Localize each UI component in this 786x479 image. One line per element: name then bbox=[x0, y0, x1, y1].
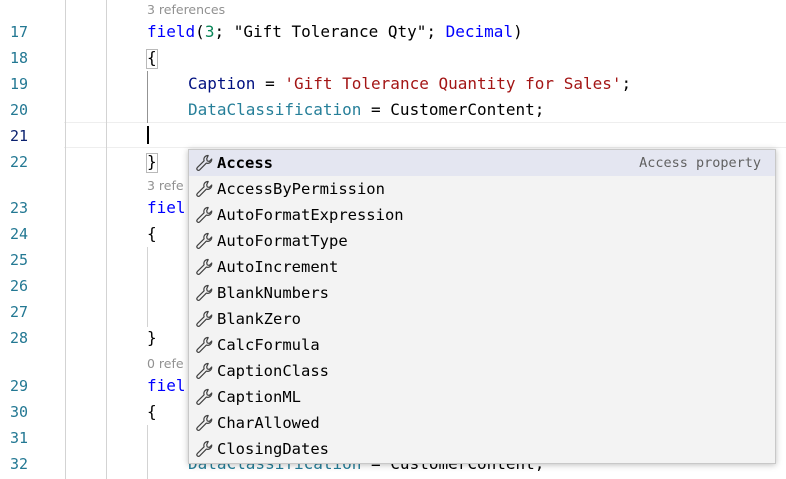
wrench-icon bbox=[192, 202, 216, 228]
string-literal: 'Gift Tolerance Quantity for Sales' bbox=[284, 74, 622, 93]
codelens-references[interactable]: 3 refe bbox=[147, 177, 184, 195]
code-line-23: fiel bbox=[147, 198, 186, 217]
code-line-24: { bbox=[147, 224, 157, 243]
paren: ( bbox=[195, 22, 205, 41]
line-number: 20 bbox=[9, 101, 28, 119]
line-number: 19 bbox=[9, 75, 28, 93]
line-number: 29 bbox=[9, 377, 28, 395]
suggestion-label: Access bbox=[217, 154, 273, 172]
semicolon: ; bbox=[621, 74, 632, 93]
suggestion-item[interactable]: BlankZero bbox=[189, 306, 775, 332]
codelens-references[interactable]: 3 references bbox=[147, 1, 225, 19]
operator: = bbox=[255, 74, 285, 93]
suggestion-item[interactable]: AccessByPermission bbox=[189, 176, 775, 202]
suggestion-label: BlankNumbers bbox=[217, 284, 329, 302]
wrench-icon bbox=[192, 176, 216, 202]
indent-guide bbox=[147, 247, 148, 327]
value: CustomerContent; bbox=[390, 100, 545, 119]
suggestion-item[interactable]: Access Access property bbox=[189, 150, 775, 176]
indent-guide bbox=[65, 0, 66, 479]
indent-guide bbox=[106, 0, 107, 479]
codelens-references[interactable]: 0 refe bbox=[147, 355, 184, 373]
suggestion-label: AutoFormatType bbox=[217, 232, 348, 250]
code-line-19: Caption = 'Gift Tolerance Quantity for S… bbox=[188, 71, 631, 97]
suggestion-item[interactable]: BlankNumbers bbox=[189, 280, 775, 306]
wrench-icon bbox=[192, 150, 216, 176]
code-editor[interactable]: 17 18 19 20 21 22 23 24 25 26 27 28 29 3… bbox=[0, 0, 786, 479]
keyword-field: field bbox=[147, 22, 196, 41]
line-number: 30 bbox=[9, 403, 28, 421]
code-line-20: DataClassification = CustomerContent; bbox=[188, 97, 544, 123]
separator: ; bbox=[426, 22, 446, 41]
suggestion-item[interactable]: AutoIncrement bbox=[189, 254, 775, 280]
line-number: 17 bbox=[9, 23, 28, 41]
wrench-icon bbox=[192, 280, 216, 306]
current-line-highlight bbox=[64, 122, 786, 148]
code-line-29: fiel bbox=[147, 376, 186, 395]
suggestion-item[interactable]: ClosingDates bbox=[189, 436, 775, 462]
code-line-30: { bbox=[147, 402, 157, 421]
text-cursor bbox=[147, 126, 149, 144]
property-name: Caption bbox=[188, 74, 256, 93]
suggestion-item[interactable]: CalcFormula bbox=[189, 332, 775, 358]
suggestion-item[interactable]: AutoFormatExpression bbox=[189, 202, 775, 228]
autocomplete-suggestions[interactable]: Access Access property AccessByPermission A… bbox=[188, 149, 776, 464]
string-literal: "Gift Tolerance Qty" bbox=[233, 22, 427, 41]
line-number-active: 21 bbox=[9, 127, 28, 145]
line-number: 31 bbox=[9, 429, 28, 447]
line-number: 25 bbox=[9, 251, 28, 269]
paren: ) bbox=[513, 22, 523, 41]
wrench-icon bbox=[192, 436, 216, 462]
line-number: 26 bbox=[9, 277, 28, 295]
line-number: 27 bbox=[9, 303, 28, 321]
suggestion-label: ClosingDates bbox=[217, 440, 329, 458]
line-number: 18 bbox=[9, 49, 28, 67]
code-line-22: } bbox=[147, 152, 157, 171]
suggestion-item[interactable]: AutoFormatType bbox=[189, 228, 775, 254]
suggestion-label: AutoFormatExpression bbox=[217, 206, 404, 224]
line-number: 23 bbox=[9, 199, 28, 217]
number-literal: 3 bbox=[204, 22, 215, 41]
code-line-18: { bbox=[147, 48, 157, 67]
suggestion-label: CharAllowed bbox=[217, 414, 320, 432]
line-number: 32 bbox=[9, 455, 28, 473]
separator: ; bbox=[214, 22, 234, 41]
suggestion-label: CaptionClass bbox=[217, 362, 329, 380]
wrench-icon bbox=[192, 358, 216, 384]
wrench-icon bbox=[192, 384, 216, 410]
wrench-icon bbox=[192, 332, 216, 358]
suggestion-detail: Access property bbox=[639, 155, 761, 171]
wrench-icon bbox=[192, 306, 216, 332]
property-name: DataClassification bbox=[188, 100, 362, 119]
suggestion-item[interactable]: CharAllowed bbox=[189, 410, 775, 436]
suggestion-label: AccessByPermission bbox=[217, 180, 385, 198]
wrench-icon bbox=[192, 254, 216, 280]
line-number: 28 bbox=[9, 329, 28, 347]
indent-guide-active bbox=[147, 71, 148, 123]
type-name: Decimal bbox=[445, 22, 514, 41]
suggestion-label: CaptionML bbox=[217, 388, 301, 406]
code-line-17: field(3; "Gift Tolerance Qty"; Decimal) bbox=[147, 19, 523, 45]
suggestion-label: CalcFormula bbox=[217, 336, 320, 354]
operator: = bbox=[361, 100, 391, 119]
indent-guide bbox=[147, 425, 148, 479]
suggestion-item[interactable]: CaptionClass bbox=[189, 358, 775, 384]
line-number: 22 bbox=[9, 153, 28, 171]
suggestion-item[interactable]: CaptionML bbox=[189, 384, 775, 410]
suggestion-label: BlankZero bbox=[217, 310, 301, 328]
suggestion-label: AutoIncrement bbox=[217, 258, 339, 276]
wrench-icon bbox=[192, 228, 216, 254]
code-line-28: } bbox=[147, 328, 157, 347]
wrench-icon bbox=[192, 410, 216, 436]
line-number: 24 bbox=[9, 225, 28, 243]
